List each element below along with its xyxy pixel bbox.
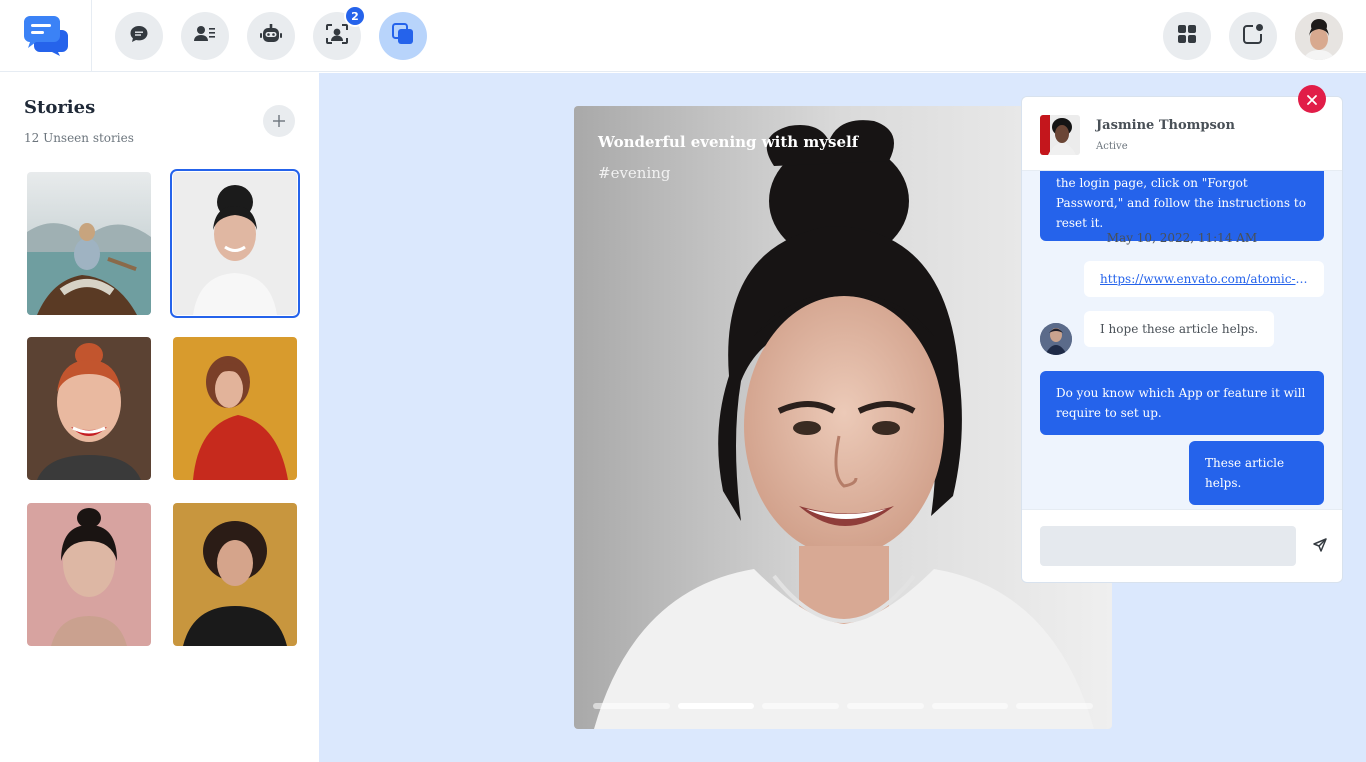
chat-footer [1022, 509, 1342, 582]
message-link: https://www.envato.com/atomic-po... [1084, 261, 1324, 297]
story-thumb-2[interactable] [170, 169, 300, 318]
stories-panel: Stories 12 Unseen stories [0, 73, 319, 762]
story-progress [593, 703, 1094, 709]
notification-icon [1242, 23, 1264, 49]
progress-segment [593, 703, 670, 709]
bot-icon [260, 24, 282, 48]
apps-grid-button[interactable] [1163, 12, 1211, 60]
story-title: Wonderful evening with myself [598, 133, 859, 151]
send-button[interactable] [1310, 536, 1330, 556]
send-icon [1313, 537, 1327, 556]
notifications-button[interactable] [1229, 12, 1277, 60]
group-icon [326, 24, 348, 48]
progress-segment-active [677, 703, 755, 709]
story-thumb-3[interactable] [27, 337, 151, 480]
user-avatar[interactable] [1295, 12, 1343, 60]
progress-segment [847, 703, 924, 709]
groups-badge: 2 [344, 5, 366, 27]
logo-cell [0, 0, 92, 72]
chat-header: Jasmine Thompson Active [1022, 97, 1342, 171]
message-incoming: I hope these article helps. [1084, 311, 1275, 347]
contact-name: Jasmine Thompson [1096, 118, 1235, 133]
story-thumb-5[interactable] [27, 503, 151, 646]
story-thumb-6[interactable] [173, 503, 297, 646]
message-outgoing: These article helps. [1189, 441, 1324, 505]
stories-subtitle: 12 Unseen stories [24, 131, 134, 145]
nav-bot-button[interactable] [247, 12, 295, 60]
contact-avatar [1040, 115, 1080, 155]
plus-icon [273, 112, 285, 131]
apps-grid-icon [1177, 24, 1197, 48]
nav-chats-button[interactable] [115, 12, 163, 60]
message-date: May 10, 2022, 11:14 AM [1106, 231, 1258, 245]
contact-status: Active [1096, 141, 1128, 152]
progress-segment [762, 703, 840, 709]
chat-popup: Jasmine Thompson Active the login page, … [1021, 96, 1343, 583]
progress-segment [931, 703, 1009, 709]
story-thumb-1[interactable] [27, 172, 151, 315]
message-link-url[interactable]: https://www.envato.com/atomic-po... [1100, 269, 1308, 289]
stories-icon [392, 23, 414, 49]
message-outgoing: Do you know which App or feature it will… [1040, 371, 1324, 435]
top-bar: 2 [0, 0, 1366, 72]
add-story-button[interactable] [263, 105, 295, 137]
chat-icon [129, 24, 149, 48]
close-chat-button[interactable] [1298, 85, 1326, 113]
message-input[interactable] [1040, 526, 1296, 566]
contacts-icon [194, 24, 216, 48]
progress-segment [1016, 703, 1094, 709]
close-icon [1307, 90, 1317, 109]
nav-contacts-button[interactable] [181, 12, 229, 60]
nav-stories-button[interactable] [379, 12, 427, 60]
story-hashtag: #evening [598, 164, 671, 182]
story-thumb-4[interactable] [173, 337, 297, 480]
app-logo[interactable] [24, 16, 68, 60]
nav-groups-button[interactable]: 2 [313, 5, 366, 60]
stories-title: Stories [24, 97, 96, 118]
sender-avatar [1040, 323, 1072, 355]
